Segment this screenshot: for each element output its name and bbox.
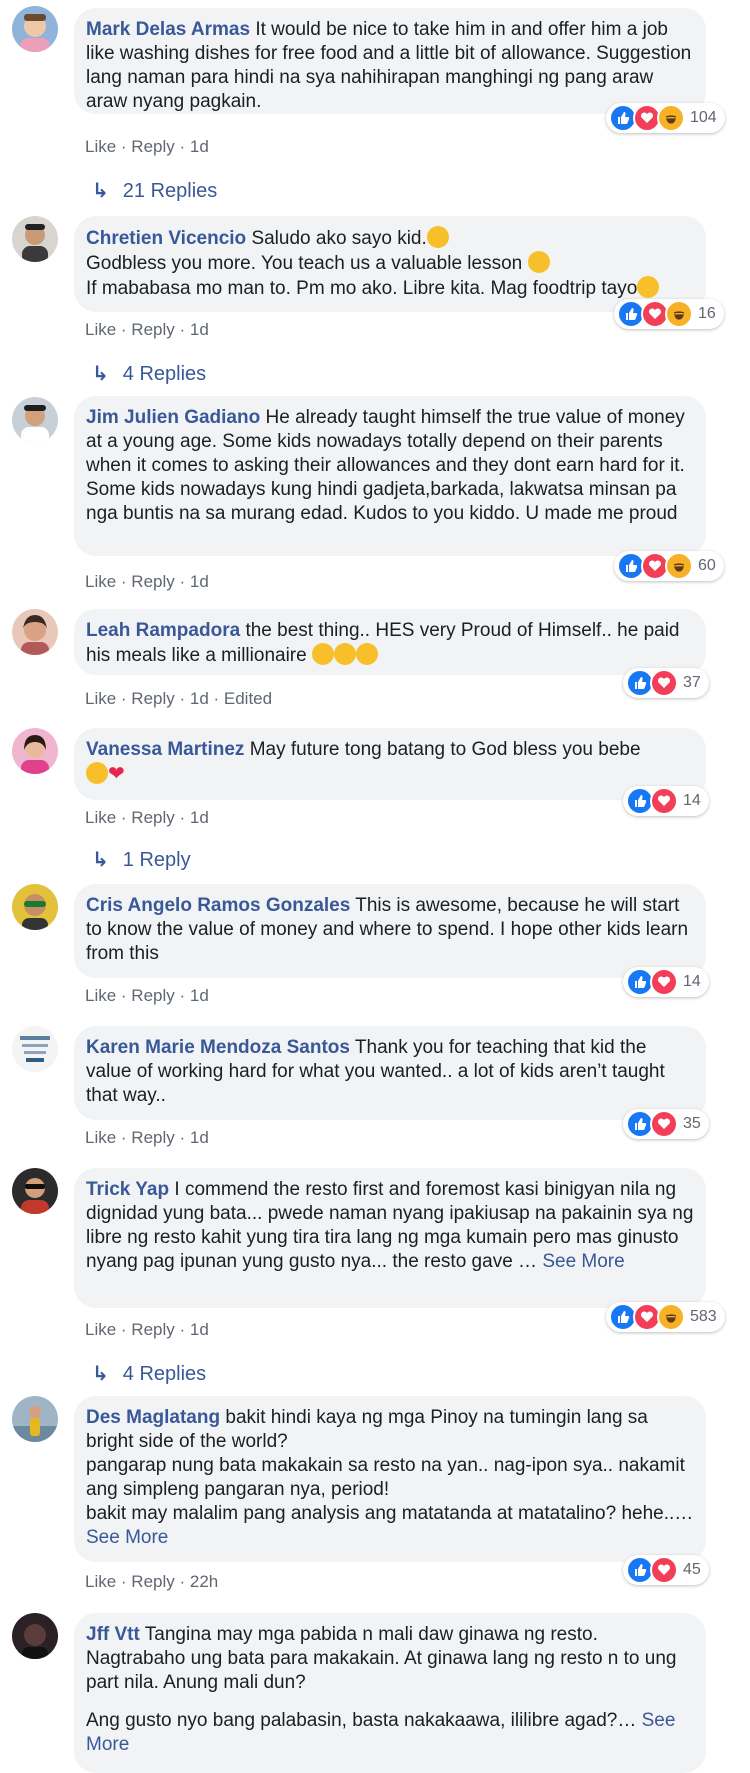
heart-eyes-emoji	[355, 643, 378, 665]
comment-actions[interactable]: Like · Reply · 1d	[85, 572, 209, 592]
avatar[interactable]	[12, 216, 58, 262]
love-reaction-icon	[650, 968, 678, 996]
avatar[interactable]	[12, 397, 58, 443]
reaction-count: 14	[683, 792, 701, 809]
love-reaction-icon	[650, 1556, 678, 1584]
reaction-count: 35	[683, 1115, 701, 1132]
comment-bubble: Des Maglatang bakit hindi kaya ng mga Pi…	[74, 1396, 706, 1562]
author-name[interactable]: Mark Delas Armas	[86, 19, 250, 40]
reaction-count: 104	[690, 109, 717, 126]
view-replies-link[interactable]: ↳ 21 Replies	[92, 179, 217, 203]
reaction-count: 16	[698, 305, 716, 322]
smiling-face-emoji	[426, 226, 449, 248]
love-reaction-icon	[650, 787, 678, 815]
comment-bubble: Cris Angelo Ramos Gonzales This is aweso…	[74, 884, 706, 978]
avatar[interactable]	[12, 884, 58, 930]
reactions-summary[interactable]: 60	[614, 551, 724, 581]
reply-arrow-icon: ↳	[92, 180, 109, 202]
reactions-summary[interactable]: 14	[623, 786, 709, 816]
comment-bubble: Karen Marie Mendoza Santos Thank you for…	[74, 1026, 706, 1120]
comment-actions[interactable]: Like · Reply · 1d	[85, 320, 209, 340]
comment-actions[interactable]: Like · Reply · 1d	[85, 1128, 209, 1148]
comment-text-line-2: Godbless you more. You teach us a valuab…	[86, 253, 523, 274]
comment-actions[interactable]: Like · Reply · 22h	[85, 1572, 218, 1592]
avatar[interactable]	[12, 728, 58, 774]
view-replies-link[interactable]: ↳ 1 Reply	[92, 848, 191, 872]
comment-bubble: Leah Rampadora the best thing.. HES very…	[74, 609, 706, 675]
reactions-summary[interactable]: 45	[623, 1555, 709, 1585]
reaction-count: 60	[698, 557, 716, 574]
comment-actions[interactable]: Like · Reply · 1d	[85, 808, 209, 828]
avatar[interactable]	[12, 1026, 58, 1072]
see-more-link[interactable]: See More	[86, 1527, 168, 1548]
comment-text-line-1: Tangina may mga pabida n mali daw ginawa…	[86, 1624, 677, 1693]
replies-count: 21 Replies	[122, 180, 218, 202]
heart-eyes-emoji	[311, 643, 334, 665]
comment-text-line-2: pangarap nung bata makakain sa resto na …	[86, 1455, 685, 1500]
reaction-count: 583	[690, 1308, 717, 1325]
reactions-summary[interactable]: 104	[606, 103, 725, 133]
reactions-summary[interactable]: 16	[614, 299, 724, 329]
haha-reaction-icon	[657, 1303, 685, 1331]
author-name[interactable]: Vanessa Martinez	[86, 739, 244, 760]
heart-eyes-emoji	[333, 643, 356, 665]
avatar[interactable]	[12, 609, 58, 655]
reaction-count: 45	[683, 1561, 701, 1578]
author-name[interactable]: Jff Vtt	[86, 1624, 140, 1645]
comment-bubble: Vanessa Martinez May future tong batang …	[74, 728, 706, 800]
comment-actions[interactable]: Like · Reply · 1d · Edited	[85, 689, 272, 709]
love-reaction-icon	[650, 1110, 678, 1138]
smiling-face-emoji	[527, 251, 550, 273]
reply-arrow-icon: ↳	[92, 363, 109, 385]
smiling-face-emoji	[637, 276, 660, 298]
see-more-link[interactable]: See More	[542, 1251, 624, 1272]
comment-bubble: Jff Vtt Tangina may mga pabida n mali da…	[74, 1613, 706, 1773]
avatar[interactable]	[12, 1396, 58, 1442]
comment-bubble: Chretien Vicencio Saludo ako sayo kid. G…	[74, 216, 706, 312]
avatar[interactable]	[12, 6, 58, 52]
haha-reaction-icon	[657, 104, 685, 132]
comment-text-line-1: Saludo ako sayo kid.	[251, 228, 427, 249]
avatar[interactable]	[12, 1613, 58, 1659]
reply-arrow-icon: ↳	[92, 1363, 109, 1385]
comment-text-line-3: bakit may malalim pang analysis ang mata…	[86, 1503, 694, 1524]
reactions-summary[interactable]: 35	[623, 1109, 709, 1139]
reactions-summary[interactable]: 37	[623, 668, 709, 698]
comment-actions[interactable]: Like · Reply · 1d	[85, 986, 209, 1006]
author-name[interactable]: Karen Marie Mendoza Santos	[86, 1037, 350, 1058]
comment-actions[interactable]: Like · Reply · 1d	[85, 137, 209, 157]
haha-reaction-icon	[665, 300, 693, 328]
reaction-count: 37	[683, 674, 701, 691]
replies-count: 1 Reply	[122, 849, 191, 871]
comment-text-line-2: Ang gusto nyo bang palabasin, basta naka…	[86, 1710, 642, 1731]
comment-actions[interactable]: Like · Reply · 1d	[85, 1320, 209, 1340]
author-name[interactable]: Leah Rampadora	[86, 620, 240, 641]
love-reaction-icon	[650, 669, 678, 697]
heart-emoji: ❤	[108, 763, 125, 785]
view-replies-link[interactable]: ↳ 4 Replies	[92, 1362, 206, 1386]
comment-bubble: Trick Yap I commend the resto first and …	[74, 1168, 706, 1308]
reactions-summary[interactable]: 583	[606, 1302, 725, 1332]
replies-count: 4 Replies	[122, 1363, 207, 1385]
author-name[interactable]: Des Maglatang	[86, 1407, 220, 1428]
smiling-face-emoji	[86, 762, 108, 784]
comment-bubble: Jim Julien Gadiano He already taught him…	[74, 396, 706, 556]
author-name[interactable]: Chretien Vicencio	[86, 228, 246, 249]
comment-bubble: Mark Delas Armas It would be nice to tak…	[74, 8, 706, 114]
comment-text: May future tong batang to God bless you …	[249, 739, 641, 760]
replies-count: 4 Replies	[122, 363, 207, 385]
avatar[interactable]	[12, 1168, 58, 1214]
author-name[interactable]: Cris Angelo Ramos Gonzales	[86, 895, 350, 916]
view-replies-link[interactable]: ↳ 4 Replies	[92, 362, 206, 386]
comment-text-line-3: If mababasa mo man to. Pm mo ako. Libre …	[86, 278, 638, 299]
reply-arrow-icon: ↳	[92, 849, 109, 871]
author-name[interactable]: Trick Yap	[86, 1179, 169, 1200]
reaction-count: 14	[683, 973, 701, 990]
haha-reaction-icon	[665, 552, 693, 580]
reactions-summary[interactable]: 14	[623, 967, 709, 997]
author-name[interactable]: Jim Julien Gadiano	[86, 407, 260, 428]
